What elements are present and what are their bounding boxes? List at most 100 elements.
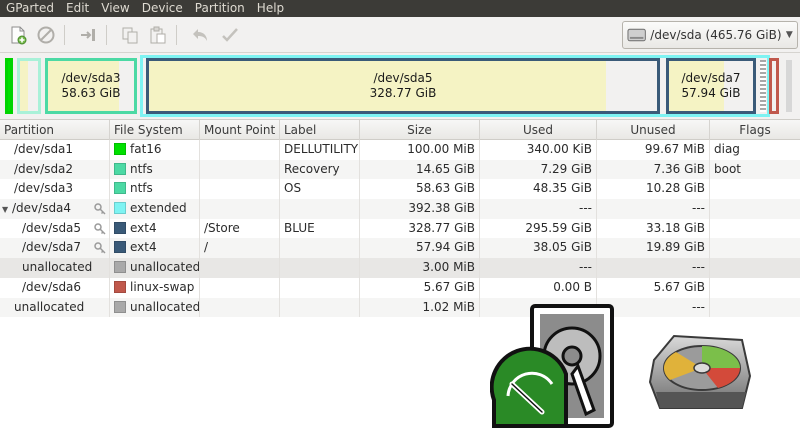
copy-icon [122, 27, 138, 44]
cell-flags [710, 219, 800, 239]
segment-sda2[interactable] [14, 55, 44, 117]
delete-button[interactable] [34, 23, 58, 47]
cell-unused: 33.18 GiB [597, 218, 710, 239]
cell-unused: 99.67 MiB [597, 140, 710, 160]
apply-icon [222, 28, 238, 42]
segment-unallocated-1[interactable] [759, 55, 767, 117]
cell-flags [710, 298, 800, 318]
segment-sda7-name: /dev/sda7 [681, 71, 741, 85]
cell-label: Recovery [280, 159, 360, 180]
cell-filesystem-text: linux-swap [130, 279, 195, 294]
cell-unused: 7.36 GiB [597, 159, 710, 180]
undo-button[interactable] [188, 23, 212, 47]
cell-filesystem-text: ext4 [130, 240, 157, 255]
harddisk-app-icon [648, 334, 752, 409]
cell-unused: 5.67 GiB [597, 277, 710, 298]
chevron-down-icon: ▼ [785, 30, 793, 40]
cell-used: 7.29 GiB [480, 159, 597, 180]
table-row[interactable]: /dev/sda2 ntfs Recovery 14.65 GiB 7.29 G… [0, 159, 800, 180]
menu-help[interactable]: Help [251, 0, 290, 17]
new-partition-button[interactable] [6, 23, 30, 47]
cell-partition-text: /dev/sda5 [22, 220, 82, 235]
cell-flags [710, 179, 800, 199]
menubar: GParted Edit View Device Partition Help [0, 0, 800, 17]
cell-size: 392.38 GiB [360, 199, 480, 219]
fs-color-swatch [114, 261, 126, 274]
cell-used: --- [480, 199, 597, 219]
cell-mountpoint [200, 258, 280, 278]
cell-unused: 10.28 GiB [597, 179, 710, 200]
table-row[interactable]: unallocated unallocated 1.02 MiB --- --- [0, 297, 800, 318]
cell-filesystem-text: unallocated [130, 260, 200, 275]
table-row[interactable]: unallocated unallocated 3.00 MiB --- --- [0, 258, 800, 278]
paste-button[interactable] [146, 23, 170, 47]
cell-size: 14.65 GiB [360, 159, 480, 180]
cell-label: OS [280, 179, 360, 200]
cell-size: 58.63 GiB [360, 179, 480, 200]
cell-filesystem-text: unallocated [130, 299, 200, 314]
cell-partition: unallocated [0, 258, 110, 278]
table-row[interactable]: ▼/dev/sda4 extended 392.38 GiB --- --- [0, 199, 800, 219]
cell-used: 295.59 GiB [480, 218, 597, 239]
cell-partition-text: /dev/sda4 [12, 201, 72, 216]
segment-sda3-size: 58.63 GiB [61, 86, 121, 100]
cell-label [280, 258, 360, 278]
cell-partition: /dev/sda1 [0, 140, 110, 160]
segment-sda3[interactable]: /dev/sda3 58.63 GiB [42, 55, 140, 117]
cell-partition: unallocated [0, 297, 110, 318]
cell-used: 38.05 GiB [480, 238, 597, 259]
paste-icon [150, 26, 166, 44]
cell-label [280, 297, 360, 318]
cell-mountpoint [200, 179, 280, 200]
segment-sda7-size: 57.94 GiB [681, 86, 741, 100]
cell-flags [710, 199, 800, 219]
cell-filesystem-text: extended [130, 201, 187, 216]
cell-flags [710, 238, 800, 258]
cell-label: DELLUTILITY [280, 140, 360, 160]
cell-label [280, 199, 360, 219]
table-row[interactable]: /dev/sda7 ext4 / 57.94 GiB 38.05 GiB 19.… [0, 238, 800, 259]
header-size[interactable]: Size [360, 120, 480, 140]
apply-button[interactable] [218, 23, 242, 47]
expander-arrow-icon[interactable]: ▼ [2, 200, 10, 219]
header-flags[interactable]: Flags [710, 120, 800, 140]
new-icon [11, 26, 27, 45]
delete-icon [37, 26, 55, 44]
header-mountpoint[interactable]: Mount Point [200, 120, 280, 140]
cell-mountpoint: / [200, 238, 280, 259]
header-used[interactable]: Used [480, 120, 597, 140]
cell-partition: /dev/sda3 [0, 179, 110, 200]
segment-sda5[interactable]: /dev/sda5 328.77 GiB [143, 55, 663, 117]
menu-view[interactable]: View [95, 0, 135, 17]
segment-sda7[interactable]: /dev/sda7 57.94 GiB [663, 55, 759, 117]
menu-partition[interactable]: Partition [189, 0, 251, 17]
cell-filesystem: fat16 [110, 140, 200, 160]
cell-filesystem: ext4 [110, 218, 200, 239]
header-partition[interactable]: Partition [0, 120, 110, 140]
cell-filesystem-text: fat16 [130, 142, 162, 156]
cell-used: 48.35 GiB [480, 179, 597, 200]
header-unused[interactable]: Unused [597, 120, 710, 140]
table-row[interactable]: /dev/sda3 ntfs OS 58.63 GiB 48.35 GiB 10… [0, 179, 800, 200]
table-row[interactable]: /dev/sda1 fat16 DELLUTILITY 100.00 MiB 3… [0, 140, 800, 160]
copy-button[interactable] [118, 23, 142, 47]
segment-sda6[interactable] [767, 55, 781, 117]
cell-size: 100.00 MiB [360, 140, 480, 160]
resize-move-button[interactable] [76, 23, 100, 47]
table-row[interactable]: /dev/sda6 linux-swap 5.67 GiB 0.00 B 5.6… [0, 277, 800, 298]
menu-gparted[interactable]: GParted [0, 0, 60, 17]
cell-filesystem: unallocated [110, 297, 200, 318]
cell-filesystem-text: ntfs [130, 181, 153, 196]
cell-mountpoint [200, 159, 280, 180]
table-row[interactable]: /dev/sda5 ext4 /Store BLUE 328.77 GiB 29… [0, 218, 800, 239]
menu-device[interactable]: Device [136, 0, 189, 17]
menu-edit[interactable]: Edit [60, 0, 95, 17]
cell-filesystem: extended [110, 199, 200, 219]
header-filesystem[interactable]: File System [110, 120, 200, 140]
resize-move-icon [81, 29, 95, 41]
header-label[interactable]: Label [280, 120, 360, 140]
cell-filesystem: linux-swap [110, 277, 200, 298]
segment-unallocated-2[interactable] [783, 55, 795, 117]
cell-size: 3.00 MiB [360, 258, 480, 278]
device-selector[interactable]: /dev/sda (465.76 GiB) ▼ [622, 21, 798, 49]
